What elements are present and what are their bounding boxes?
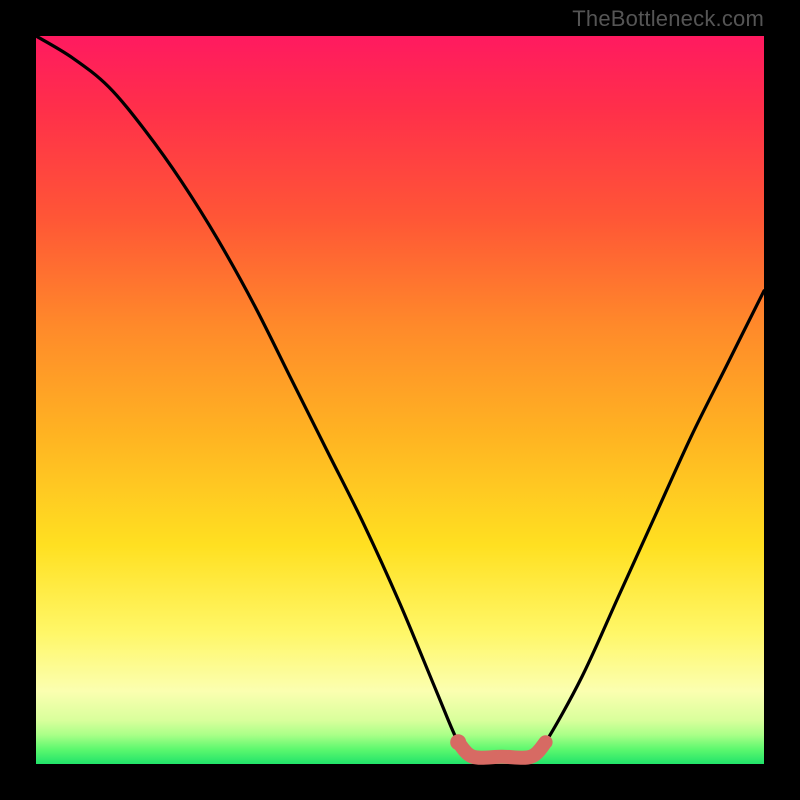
plot-area [36,36,764,764]
chart-svg [36,36,764,764]
watermark: TheBottleneck.com [572,6,764,32]
bottleneck-curve [36,36,764,758]
optimal-marker-dot [450,734,466,750]
chart-frame: TheBottleneck.com [0,0,800,800]
optimal-zone-highlight [458,742,545,758]
